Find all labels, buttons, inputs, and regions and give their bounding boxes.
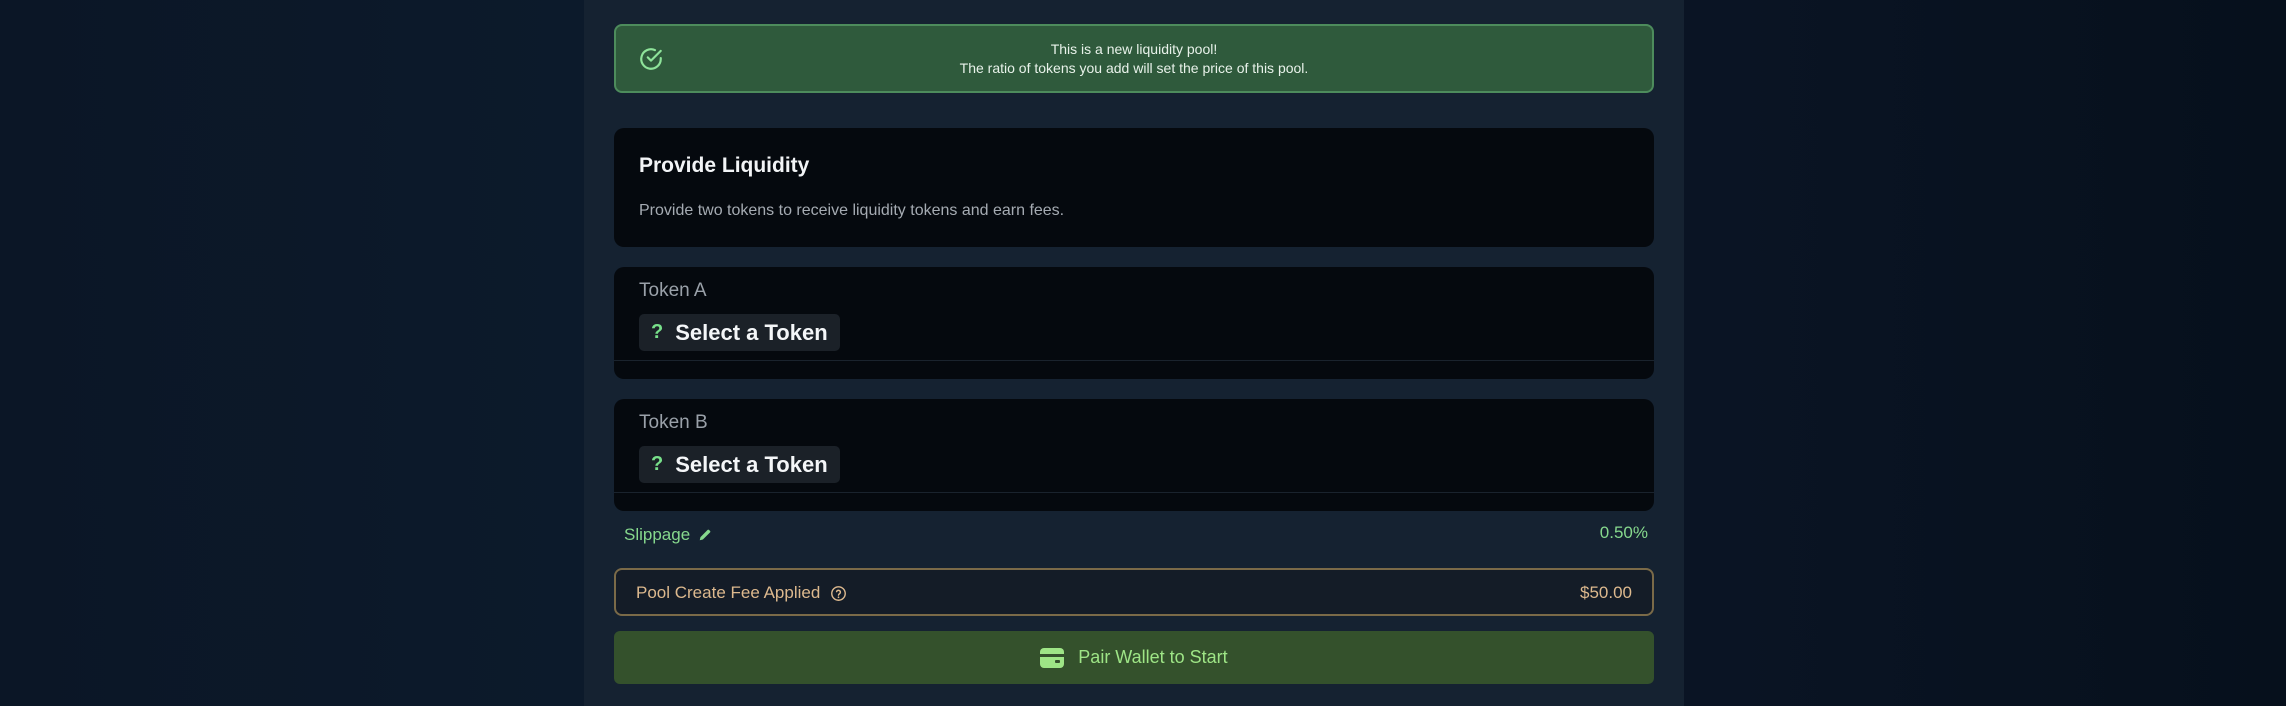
new-pool-banner: This is a new liquidity pool! The ratio … [614,24,1654,93]
slippage-value: 0.50% [1599,523,1648,542]
provide-liquidity-card: Provide Liquidity Provide two tokens to … [614,128,1654,247]
question-icon: ? [651,321,664,343]
check-circle-icon [640,48,662,70]
token-a-divider [614,360,1654,361]
slippage-edit[interactable]: Slippage [624,525,712,545]
token-b-label: Token B [639,412,708,433]
slippage-label: Slippage [624,525,691,544]
token-b-select-button[interactable]: ? Select a Token [639,446,840,483]
fee-label: Pool Create Fee Applied [636,583,821,602]
pair-wallet-label: Pair Wallet to Start [1078,647,1228,667]
token-b-card: Token B ? Select a Token [614,399,1654,511]
token-a-card: Token A ? Select a Token [614,267,1654,379]
help-circle-icon[interactable] [830,585,847,602]
pair-wallet-button[interactable]: Pair Wallet to Start [614,631,1654,684]
wallet-icon [1040,647,1065,668]
banner-line-1: This is a new liquidity pool! [1050,40,1218,57]
pool-create-fee: Pool Create Fee Applied $50.00 [614,568,1654,616]
page-background: This is a new liquidity pool! The ratio … [0,0,2286,706]
fee-label-group: Pool Create Fee Applied [636,583,847,603]
token-a-select-label: Select a Token [675,319,828,345]
banner-line-2: The ratio of tokens you add will set the… [959,59,1309,76]
provide-description: Provide two tokens to receive liquidity … [639,202,1065,219]
token-b-select-label: Select a Token [675,451,828,477]
token-a-select-button[interactable]: ? Select a Token [639,314,840,351]
provide-title: Provide Liquidity [639,154,810,177]
token-a-label: Token A [639,280,707,301]
banner-text: This is a new liquidity pool! The ratio … [960,40,1309,78]
token-b-divider [614,492,1654,493]
fee-value: $50.00 [1580,583,1632,602]
question-icon: ? [651,453,664,475]
pencil-icon [699,529,711,541]
